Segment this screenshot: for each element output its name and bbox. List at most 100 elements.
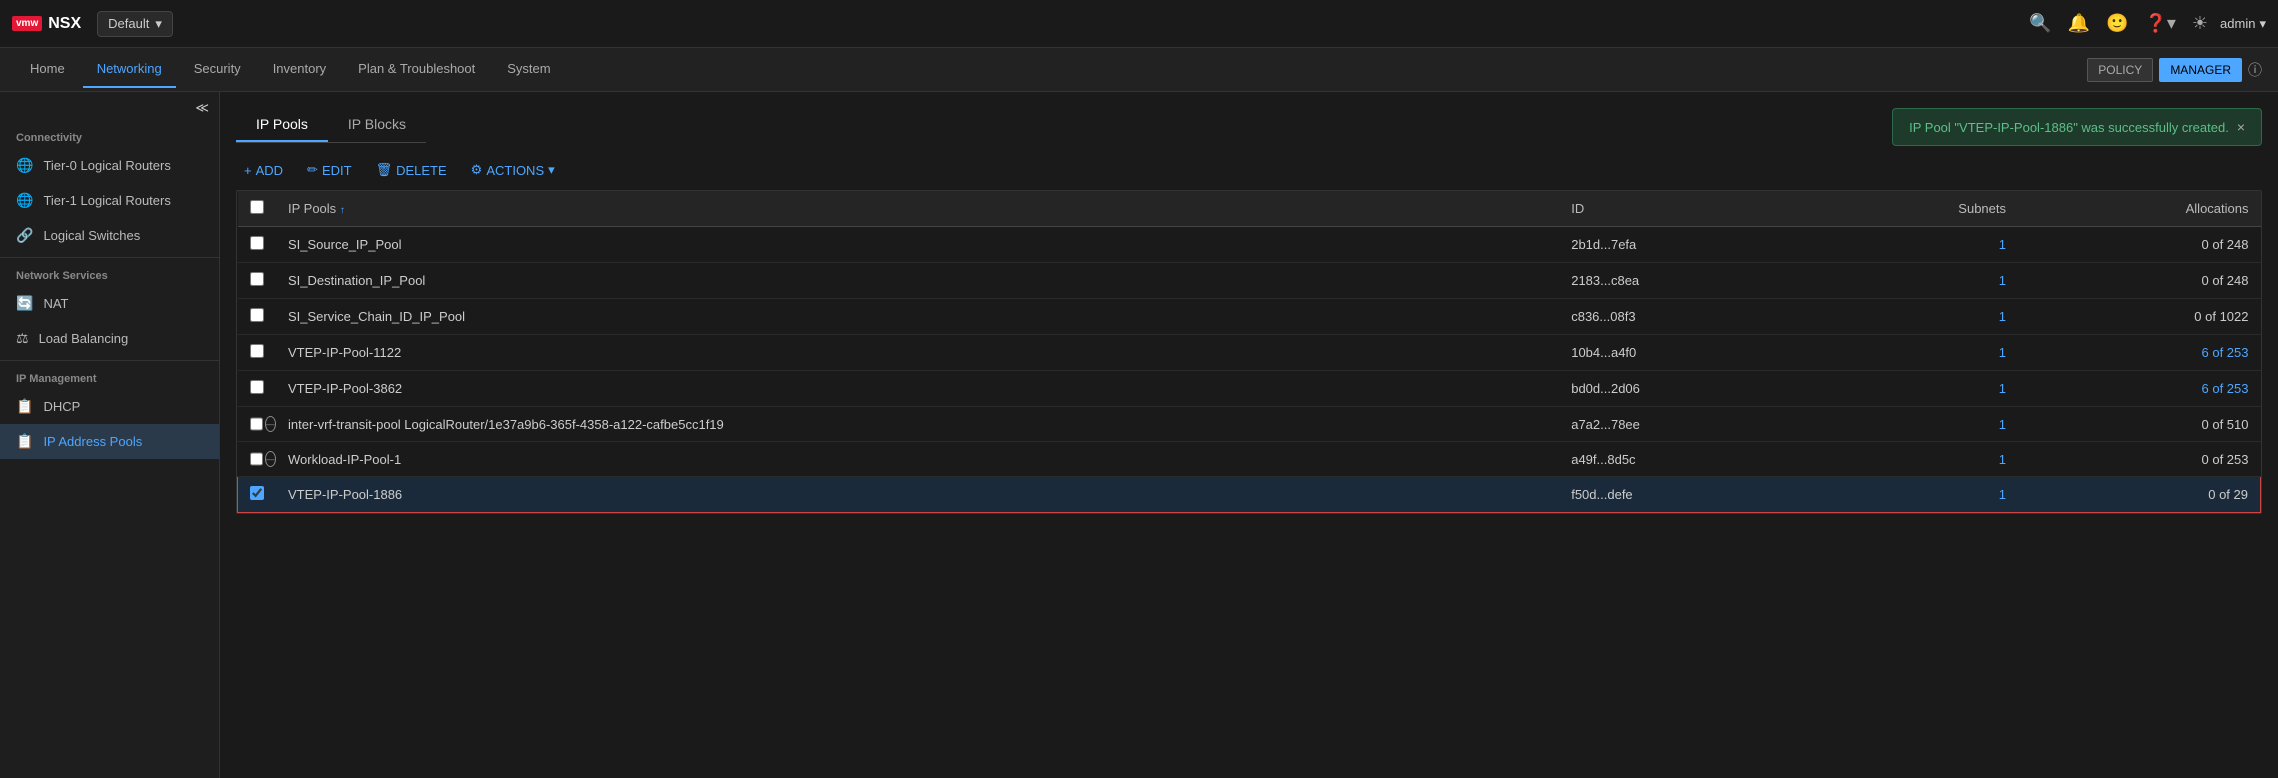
row-subnets[interactable]: 1: [1818, 263, 2018, 299]
row-status-icon: —: [265, 416, 276, 432]
topbar-icons: 🔍 🔔 🙂 ❓▾ ☀: [2029, 13, 2208, 34]
col-header-name[interactable]: IP Pools ↑: [276, 191, 1559, 227]
table-row[interactable]: — inter-vrf-transit-pool LogicalRouter/1…: [238, 407, 2261, 442]
table-row-selected[interactable]: VTEP-IP-Pool-1886 f50d...defe 1 0 of 29: [238, 477, 2261, 513]
row-name: VTEP-IP-Pool-1886: [276, 477, 1559, 513]
row-subnets[interactable]: 1: [1818, 335, 2018, 371]
row-subnets[interactable]: 1: [1818, 227, 2018, 263]
toolbar: + ADD ✏ EDIT 🗑 DELETE ⚙ ACTIONS ▾: [236, 158, 2262, 182]
gear-icon: ⚙: [471, 162, 483, 178]
info-icon[interactable]: ⓘ: [2248, 60, 2262, 80]
sidebar-item-label: Load Balancing: [39, 331, 129, 346]
row-checkbox[interactable]: [250, 380, 264, 394]
sort-icon: ↑: [340, 205, 345, 216]
sidebar-item-nat[interactable]: 🔄 NAT: [0, 286, 219, 321]
app-logo: vmw NSX: [12, 15, 81, 33]
row-allocations: 0 of 253: [2018, 442, 2261, 477]
row-checkbox[interactable]: [250, 417, 263, 431]
chevron-down-icon: ▾: [155, 16, 162, 32]
collapse-icon[interactable]: ≪: [195, 100, 209, 116]
table-row[interactable]: VTEP-IP-Pool-1122 10b4...a4f0 1 6 of 253: [238, 335, 2261, 371]
tab-ip-blocks[interactable]: IP Blocks: [328, 108, 426, 142]
table-row[interactable]: VTEP-IP-Pool-3862 bd0d...2d06 1 6 of 253: [238, 371, 2261, 407]
policy-button[interactable]: POLICY: [2087, 58, 2153, 82]
row-subnets[interactable]: 1: [1818, 371, 2018, 407]
row-allocations: 0 of 248: [2018, 227, 2261, 263]
tab-ip-pools[interactable]: IP Pools: [236, 108, 328, 142]
row-checkbox[interactable]: [250, 344, 264, 358]
user-menu[interactable]: admin ▾: [2220, 16, 2266, 32]
nav-networking[interactable]: Networking: [83, 51, 176, 88]
topbar: vmw NSX Default ▾ 🔍 🔔 🙂 ❓▾ ☀ admin ▾: [0, 0, 2278, 48]
tier1-icon: 🌐: [16, 192, 33, 209]
row-checkbox[interactable]: [250, 272, 264, 286]
bell-icon[interactable]: 🔔: [2068, 13, 2090, 34]
theme-icon[interactable]: ☀: [2192, 13, 2208, 34]
sidebar-item-load-balancing[interactable]: ⚖ Load Balancing: [0, 321, 219, 356]
row-id: bd0d...2d06: [1559, 371, 1818, 407]
row-id: a7a2...78ee: [1559, 407, 1818, 442]
select-all-header[interactable]: [238, 191, 277, 227]
col-header-id[interactable]: ID: [1559, 191, 1818, 227]
sidebar-collapse[interactable]: ≪: [0, 92, 219, 124]
sidebar-item-dhcp[interactable]: 📋 DHCP: [0, 389, 219, 424]
edit-label: EDIT: [322, 163, 352, 178]
sidebar-item-logical-switches[interactable]: 🔗 Logical Switches: [0, 218, 219, 253]
row-subnets[interactable]: 1: [1818, 407, 2018, 442]
actions-button[interactable]: ⚙ ACTIONS ▾: [463, 158, 563, 182]
sidebar-item-label: Logical Switches: [43, 228, 140, 243]
nav-inventory[interactable]: Inventory: [259, 51, 340, 88]
row-subnets[interactable]: 1: [1818, 299, 2018, 335]
logical-switches-icon: 🔗: [16, 227, 33, 244]
table-row[interactable]: SI_Destination_IP_Pool 2183...c8ea 1 0 o…: [238, 263, 2261, 299]
nav-home[interactable]: Home: [16, 51, 79, 88]
tier0-icon: 🌐: [16, 157, 33, 174]
user-icon[interactable]: 🙂: [2106, 13, 2128, 34]
nav-security[interactable]: Security: [180, 51, 255, 88]
row-checkbox[interactable]: [250, 486, 264, 500]
sidebar-item-label: NAT: [43, 296, 68, 311]
row-allocations: 6 of 253: [2018, 371, 2261, 407]
row-checkbox[interactable]: [250, 236, 264, 250]
sidebar-item-tier0[interactable]: 🌐 Tier-0 Logical Routers: [0, 148, 219, 183]
row-checkbox[interactable]: [250, 452, 263, 466]
row-checkbox[interactable]: [250, 308, 264, 322]
toast-close-button[interactable]: ×: [2237, 119, 2245, 135]
nav-plan-troubleshoot[interactable]: Plan & Troubleshoot: [344, 51, 489, 88]
sidebar-item-label: Tier-1 Logical Routers: [43, 193, 170, 208]
tab-bar: IP Pools IP Blocks: [236, 108, 426, 143]
toast-notification: IP Pool "VTEP-IP-Pool-1886" was successf…: [1892, 108, 2262, 146]
manager-button[interactable]: MANAGER: [2159, 58, 2242, 82]
env-selector[interactable]: Default ▾: [97, 11, 173, 37]
app-name: NSX: [48, 15, 81, 33]
table-row[interactable]: SI_Source_IP_Pool 2b1d...7efa 1 0 of 248: [238, 227, 2261, 263]
table-row[interactable]: SI_Service_Chain_ID_IP_Pool c836...08f3 …: [238, 299, 2261, 335]
sidebar-item-label: IP Address Pools: [43, 434, 142, 449]
ip-management-section-label: IP Management: [0, 365, 219, 389]
nav-system[interactable]: System: [493, 51, 564, 88]
search-icon[interactable]: 🔍: [2029, 13, 2051, 34]
select-all-checkbox[interactable]: [250, 200, 264, 214]
edit-button[interactable]: ✏ EDIT: [299, 158, 360, 182]
col-header-allocations[interactable]: Allocations: [2018, 191, 2261, 227]
sidebar-item-label: DHCP: [43, 399, 80, 414]
ip-pools-table: IP Pools ↑ ID Subnets Allocations SI_Sou…: [236, 190, 2262, 514]
row-subnets[interactable]: 1: [1818, 477, 2018, 513]
help-icon[interactable]: ❓▾: [2144, 13, 2175, 34]
row-allocations: 6 of 253: [2018, 335, 2261, 371]
delete-button[interactable]: 🗑 DELETE: [368, 158, 455, 182]
sidebar-item-tier1[interactable]: 🌐 Tier-1 Logical Routers: [0, 183, 219, 218]
vmware-badge: vmw: [12, 16, 42, 31]
delete-icon: 🗑: [376, 162, 393, 178]
row-subnets[interactable]: 1: [1818, 442, 2018, 477]
nav-right: POLICY MANAGER ⓘ: [2087, 58, 2262, 82]
delete-label: DELETE: [396, 163, 447, 178]
add-button[interactable]: + ADD: [236, 159, 291, 182]
sidebar-item-ip-address-pools[interactable]: 📋 IP Address Pools: [0, 424, 219, 459]
row-id: a49f...8d5c: [1559, 442, 1818, 477]
row-name: SI_Source_IP_Pool: [276, 227, 1559, 263]
row-name: VTEP-IP-Pool-3862: [276, 371, 1559, 407]
table-row[interactable]: — Workload-IP-Pool-1 a49f...8d5c 1 0 of …: [238, 442, 2261, 477]
col-header-subnets[interactable]: Subnets: [1818, 191, 2018, 227]
navbar: Home Networking Security Inventory Plan …: [0, 48, 2278, 92]
